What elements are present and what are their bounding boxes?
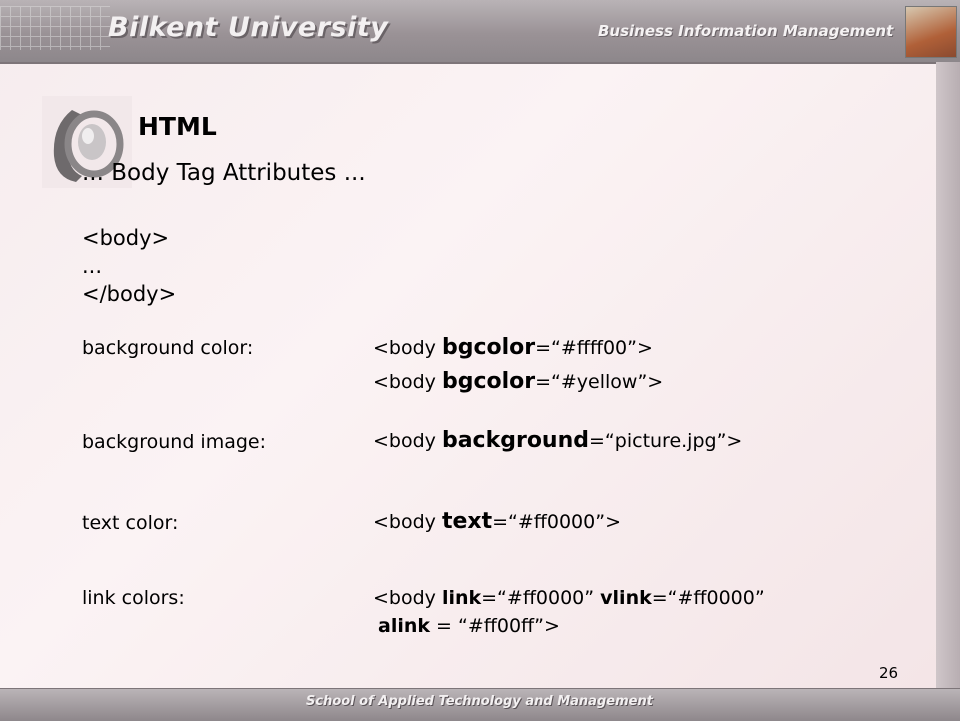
link-attr-value: =“#ff0000” [481, 587, 601, 609]
bg-image-label: background image: [82, 431, 266, 453]
vlink-attr-name: vlink [600, 587, 652, 609]
bg-color-example-2: <body bgcolor=“#yellow”> [373, 369, 663, 394]
banner-grid-decoration [0, 6, 110, 50]
university-name: Bilkent University [108, 12, 389, 43]
attr-name: text [441, 509, 493, 534]
alink-attr-name: alink [378, 615, 431, 637]
alink-attr-value: = “#ff00ff”> [430, 615, 560, 637]
bg-color-example-1: <body bgcolor=“#ffff00”> [373, 335, 653, 360]
attr-name: background [441, 428, 590, 453]
code-open-tag: <body> [82, 226, 170, 250]
tag-open: <body [373, 511, 442, 533]
tag-open: <body [373, 371, 442, 393]
attr-name: bgcolor [441, 335, 536, 360]
tag-open: <body [373, 587, 442, 609]
right-frame [936, 62, 960, 692]
tag-open: <body [373, 337, 442, 359]
department-name: Business Information Management [598, 22, 894, 40]
text-color-example: <body text=“#ff0000”> [373, 509, 621, 534]
attr-value: =“picture.jpg”> [589, 430, 743, 452]
attr-name: bgcolor [441, 369, 536, 394]
page-number: 26 [879, 664, 899, 682]
school-name: School of Applied Technology and Managem… [306, 694, 653, 709]
slide-subtitle: ... Body Tag Attributes ... [82, 160, 366, 186]
link-colors-label: link colors: [82, 587, 185, 609]
vlink-attr-value: =“#ff0000” [651, 587, 765, 609]
text-color-label: text color: [82, 512, 179, 534]
slide [0, 0, 960, 720]
campus-photo [905, 6, 957, 58]
link-colors-example-1: <body link=“#ff0000” vlink=“#ff0000” [373, 587, 765, 609]
bg-image-example: <body background=“picture.jpg”> [373, 428, 742, 453]
tag-open: <body [373, 430, 442, 452]
attr-value: =“#ffff00”> [535, 337, 653, 359]
code-ellipsis: ... [82, 254, 103, 278]
bg-color-label: background color: [82, 337, 254, 359]
slide-title: HTML [138, 112, 217, 141]
link-colors-example-2: alink = “#ff00ff”> [378, 615, 560, 637]
code-close-tag: </body> [82, 282, 177, 306]
attr-value: =“#ff0000”> [492, 511, 621, 533]
link-attr-name: link [441, 587, 482, 609]
attr-value: =“#yellow”> [535, 371, 664, 393]
